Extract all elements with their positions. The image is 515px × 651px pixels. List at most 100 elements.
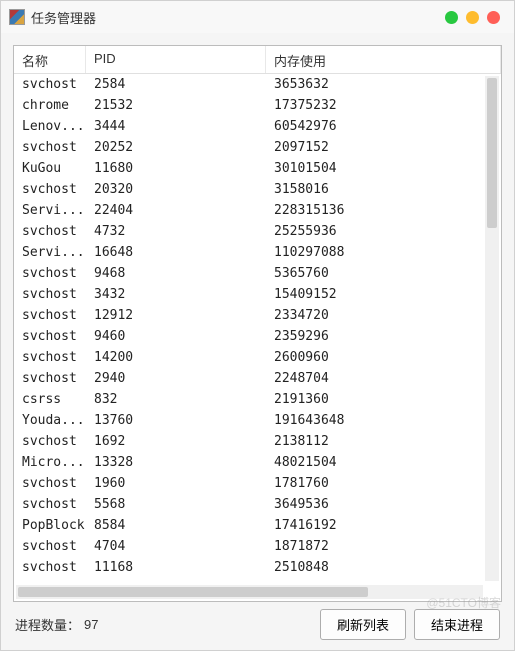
listview-body: svchost25843653632chrome2153217375232Len… [14, 74, 501, 601]
cell-memory: 2510848 [266, 560, 483, 575]
table-row[interactable]: svchost142002600960 [14, 347, 483, 368]
table-row[interactable]: Lenov...344460542976 [14, 116, 483, 137]
cell-pid: 5568 [86, 497, 266, 512]
cell-name: svchost [14, 539, 86, 554]
table-row[interactable]: svchost111682510848 [14, 557, 483, 578]
end-process-button[interactable]: 结束进程 [414, 609, 500, 640]
cell-name: svchost [14, 287, 86, 302]
column-header-pid[interactable]: PID [86, 46, 266, 73]
cell-memory: 2248704 [266, 371, 483, 386]
cell-pid: 3444 [86, 119, 266, 134]
cell-pid: 11680 [86, 161, 266, 176]
table-row[interactable]: chrome2153217375232 [14, 95, 483, 116]
cell-pid: 2940 [86, 371, 266, 386]
process-count-label: 进程数量： [15, 615, 80, 634]
table-row[interactable]: svchost94602359296 [14, 326, 483, 347]
cell-memory: 3653632 [266, 77, 483, 92]
cell-name: svchost [14, 476, 86, 491]
cell-memory: 25255936 [266, 224, 483, 239]
cell-pid: 13328 [86, 455, 266, 470]
window-controls [445, 11, 500, 24]
process-count-value: 97 [84, 617, 98, 632]
cell-memory: 2334720 [266, 308, 483, 323]
table-row[interactable]: PopBlock858417416192 [14, 515, 483, 536]
table-row[interactable]: KuGou1168030101504 [14, 158, 483, 179]
cell-memory: 3158016 [266, 182, 483, 197]
cell-name: Micro... [14, 455, 86, 470]
cell-name: Servi... [14, 245, 86, 260]
cell-pid: 9460 [86, 329, 266, 344]
cell-pid: 16648 [86, 245, 266, 260]
listview-header: 名称 PID 内存使用 [14, 46, 501, 74]
cell-name: svchost [14, 266, 86, 281]
column-header-name[interactable]: 名称 [14, 46, 86, 73]
table-row[interactable]: svchost47041871872 [14, 536, 483, 557]
table-row[interactable]: svchost203203158016 [14, 179, 483, 200]
cell-memory: 2359296 [266, 329, 483, 344]
cell-name: svchost [14, 182, 86, 197]
cell-pid: 832 [86, 392, 266, 407]
table-row[interactable]: svchost16922138112 [14, 431, 483, 452]
column-header-memory[interactable]: 内存使用 [266, 46, 501, 73]
cell-pid: 9468 [86, 266, 266, 281]
cell-name: svchost [14, 329, 86, 344]
cell-memory: 5365760 [266, 266, 483, 281]
process-listview[interactable]: 名称 PID 内存使用 svchost25843653632chrome2153… [13, 45, 502, 602]
cell-name: Youda... [14, 413, 86, 428]
cell-name: Lenov... [14, 119, 86, 134]
cell-pid: 4704 [86, 539, 266, 554]
refresh-button[interactable]: 刷新列表 [320, 609, 406, 640]
table-row[interactable]: Servi...22404228315136 [14, 200, 483, 221]
cell-memory: 1871872 [266, 539, 483, 554]
cell-memory: 1781760 [266, 476, 483, 491]
cell-name: svchost [14, 371, 86, 386]
table-row[interactable]: csrss8322191360 [14, 389, 483, 410]
maximize-icon[interactable] [466, 11, 479, 24]
table-row[interactable]: svchost25843653632 [14, 74, 483, 95]
cell-memory: 110297088 [266, 245, 483, 260]
cell-name: chrome [14, 98, 86, 113]
cell-memory: 17375232 [266, 98, 483, 113]
table-row[interactable]: Micro...1332848021504 [14, 452, 483, 473]
horizontal-scrollbar[interactable] [16, 585, 483, 599]
cell-pid: 2584 [86, 77, 266, 92]
table-row[interactable]: svchost55683649536 [14, 494, 483, 515]
cell-pid: 13760 [86, 413, 266, 428]
close-icon[interactable] [487, 11, 500, 24]
cell-memory: 191643648 [266, 413, 483, 428]
cell-pid: 20320 [86, 182, 266, 197]
titlebar[interactable]: 任务管理器 [1, 1, 514, 33]
cell-pid: 14200 [86, 350, 266, 365]
cell-name: svchost [14, 224, 86, 239]
table-row[interactable]: svchost129122334720 [14, 305, 483, 326]
cell-memory: 60542976 [266, 119, 483, 134]
cell-name: svchost [14, 434, 86, 449]
cell-memory: 17416192 [266, 518, 483, 533]
vertical-scrollbar[interactable] [485, 76, 499, 581]
table-row[interactable]: svchost473225255936 [14, 221, 483, 242]
cell-memory: 3649536 [266, 497, 483, 512]
cell-name: PopBlock [14, 518, 86, 533]
cell-pid: 4732 [86, 224, 266, 239]
task-manager-window: 任务管理器 名称 PID 内存使用 svchost25843653632chro… [0, 0, 515, 651]
table-row[interactable]: svchost94685365760 [14, 263, 483, 284]
horizontal-scroll-thumb[interactable] [18, 587, 368, 597]
table-row[interactable]: Youda...13760191643648 [14, 410, 483, 431]
cell-name: svchost [14, 350, 86, 365]
app-icon [9, 9, 25, 25]
cell-name: svchost [14, 497, 86, 512]
cell-memory: 30101504 [266, 161, 483, 176]
table-row[interactable]: svchost19601781760 [14, 473, 483, 494]
content-area: 名称 PID 内存使用 svchost25843653632chrome2153… [1, 33, 514, 650]
vertical-scroll-thumb[interactable] [487, 78, 497, 228]
window-title: 任务管理器 [31, 8, 96, 27]
table-row[interactable]: svchost343215409152 [14, 284, 483, 305]
cell-memory: 15409152 [266, 287, 483, 302]
table-row[interactable]: svchost29402248704 [14, 368, 483, 389]
table-row[interactable]: Servi...16648110297088 [14, 242, 483, 263]
cell-name: csrss [14, 392, 86, 407]
cell-pid: 22404 [86, 203, 266, 218]
cell-pid: 21532 [86, 98, 266, 113]
minimize-icon[interactable] [445, 11, 458, 24]
table-row[interactable]: svchost202522097152 [14, 137, 483, 158]
